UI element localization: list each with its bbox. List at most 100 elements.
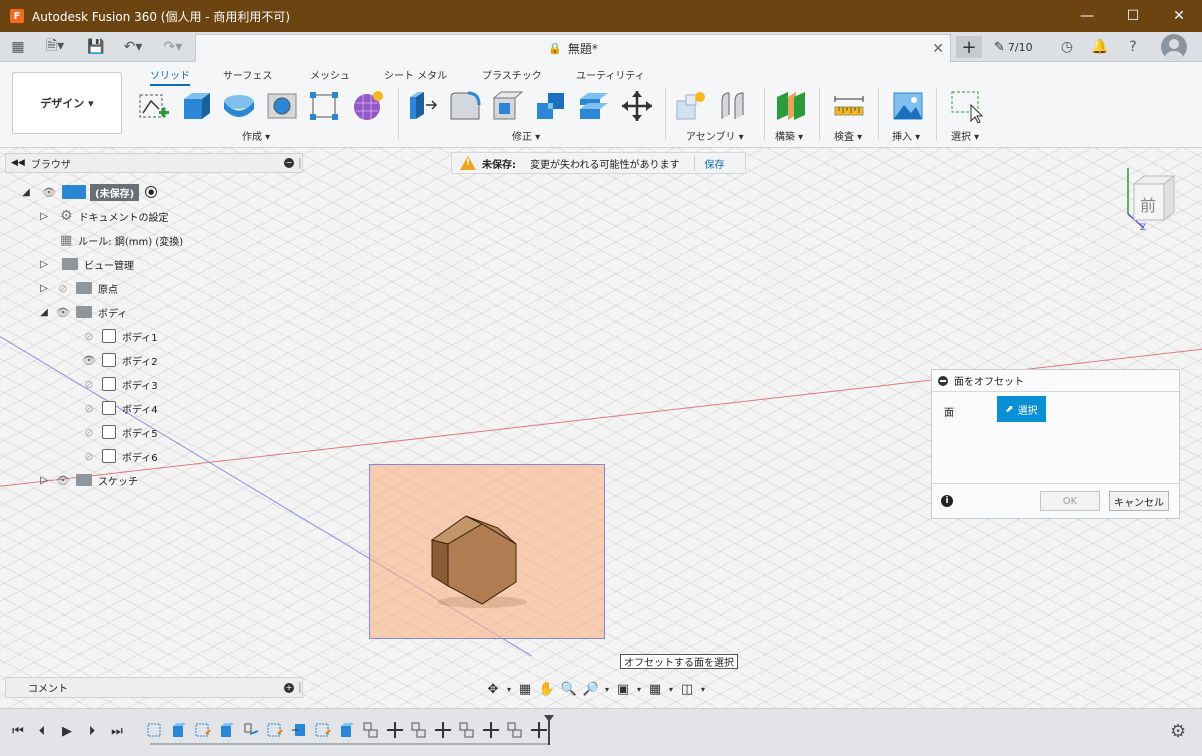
timeline-extrude-icon[interactable] (218, 721, 236, 739)
insert-image-icon[interactable] (891, 89, 925, 123)
tree-item-bodies[interactable]: ◢ 👁 ボディ (38, 301, 127, 323)
create-form-icon[interactable] (350, 89, 384, 123)
fit-icon[interactable]: 🔎 (580, 680, 602, 698)
timeline-component-icon[interactable] (506, 721, 524, 739)
grid-settings-icon[interactable]: ▦ (644, 680, 666, 698)
plus-icon[interactable]: + (956, 36, 982, 58)
display-settings-icon[interactable]: ▣ (612, 680, 634, 698)
timeline-track[interactable] (150, 743, 550, 745)
pattern-icon[interactable] (307, 89, 341, 123)
tab-mesh[interactable]: メッシュ (310, 67, 350, 82)
timeline-sketch-icon[interactable] (146, 721, 164, 739)
timeline-marker[interactable] (544, 715, 554, 745)
eye-icon[interactable]: 👁 (40, 186, 58, 199)
chevron-down-icon[interactable]: ▾ (634, 680, 644, 698)
timeline-sketch-icon[interactable] (266, 721, 284, 739)
orbit-icon[interactable]: ✥ (482, 680, 504, 698)
step-back-icon[interactable]: ⏴ (33, 722, 51, 740)
undo-icon[interactable]: ↶▾ (118, 37, 148, 57)
timeline-move-icon[interactable] (434, 721, 452, 739)
gear-icon[interactable]: ⚙ (1170, 721, 1186, 742)
info-icon[interactable]: i (941, 495, 953, 507)
collapse-browser-icon[interactable]: ◀◀ (11, 158, 25, 168)
tree-item-origin[interactable]: ▷ ⊘ 原点 (38, 277, 118, 299)
tree-item-body4[interactable]: ⊘ ボディ4 (80, 397, 158, 419)
chevron-down-icon[interactable]: ▾ (504, 680, 514, 698)
comments-panel-header[interactable]: コメント + | (5, 677, 303, 698)
expand-triangle-icon[interactable]: ▷ (38, 283, 50, 294)
timeline-sketch-icon[interactable] (314, 721, 332, 739)
move-icon[interactable] (620, 89, 654, 123)
add-comment-icon[interactable]: + (284, 683, 294, 693)
cancel-button[interactable]: キャンセル (1109, 491, 1169, 511)
tree-item-doc-settings[interactable]: ▷ ⚙ ドキュメントの設定 (38, 205, 168, 227)
create-group-label[interactable]: 作成 ▾ (242, 128, 270, 143)
construct-group-label[interactable]: 構築 ▾ (775, 128, 803, 143)
maximize-icon[interactable]: ☐ (1110, 0, 1156, 32)
timeline-joint-icon[interactable] (242, 721, 260, 739)
browser-resize-handle[interactable]: | (298, 156, 302, 169)
play-icon[interactable]: ▶ (58, 722, 76, 740)
timeline-component-icon[interactable] (458, 721, 476, 739)
redo-icon[interactable]: ↷▾ (158, 37, 188, 57)
look-at-icon[interactable]: ▦ (514, 680, 536, 698)
split-body-icon[interactable] (577, 89, 611, 123)
eye-hidden-icon[interactable]: ⊘ (80, 402, 98, 415)
jobs-status[interactable]: ✎ 7/10 (994, 40, 1033, 55)
tree-item-body5[interactable]: ⊘ ボディ5 (80, 421, 158, 443)
save-icon[interactable]: 💾 (86, 37, 106, 57)
tab-utility[interactable]: ユーティリティ (576, 67, 645, 82)
ok-button[interactable]: OK (1040, 491, 1100, 511)
eye-icon[interactable]: 👁 (80, 354, 98, 367)
view-cube[interactable]: 前 Z (1120, 162, 1180, 234)
timeline-move-icon[interactable] (386, 721, 404, 739)
eye-hidden-icon[interactable]: ⊘ (80, 450, 98, 463)
browser-minimize-icon[interactable]: − (284, 158, 294, 168)
chevron-down-icon[interactable]: ▾ (666, 680, 676, 698)
viewports-icon[interactable]: ◫ (676, 680, 698, 698)
tree-item-body3[interactable]: ⊘ ボディ3 (80, 373, 158, 395)
face-select-button[interactable]: ⬈ 選択 (997, 396, 1046, 422)
timeline-component-icon[interactable] (410, 721, 428, 739)
chevron-down-icon[interactable]: ▾ (602, 680, 612, 698)
expand-triangle-icon[interactable]: ▷ (38, 475, 50, 486)
timeline-sketch-icon[interactable] (194, 721, 212, 739)
file-icon[interactable]: 🗎▾ (40, 37, 70, 57)
help-icon[interactable]: ? (1122, 37, 1144, 57)
tree-item-rule[interactable]: ▦ ルール: 鋼(mm) (変換) (38, 229, 183, 251)
grid-icon[interactable]: ▦ (8, 37, 28, 57)
eye-hidden-icon[interactable]: ⊘ (80, 378, 98, 391)
go-to-start-icon[interactable]: ⏮ (9, 722, 27, 740)
minimize-icon[interactable]: — (1064, 0, 1110, 32)
save-link[interactable]: 保存 (693, 155, 725, 171)
inspect-group-label[interactable]: 検査 ▾ (834, 128, 862, 143)
hole-icon[interactable] (265, 89, 299, 123)
dialog-header[interactable]: 面をオフセット (932, 370, 1179, 392)
activate-radio-icon[interactable]: ● (145, 186, 158, 198)
document-tab[interactable]: 🔒 無題* ✕ (195, 34, 951, 62)
comments-resize-handle[interactable]: | (298, 680, 302, 693)
assemble-group-label[interactable]: アセンブリ ▾ (686, 128, 744, 143)
timeline-component-icon[interactable] (362, 721, 380, 739)
avatar[interactable] (1161, 34, 1187, 60)
eye-hidden-icon[interactable]: ⊘ (54, 282, 72, 295)
expand-triangle-icon[interactable]: ▷ (38, 211, 50, 222)
tab-surface[interactable]: サーフェス (223, 67, 272, 82)
timeline-plane-icon[interactable] (290, 721, 308, 739)
hexagonal-body[interactable] (420, 506, 530, 616)
extrude-icon[interactable] (180, 89, 214, 123)
expand-triangle-icon[interactable]: ◢ (20, 187, 32, 198)
fillet-icon[interactable] (448, 89, 482, 123)
go-to-end-icon[interactable]: ⏭ (108, 722, 126, 740)
tree-item-root[interactable]: ◢ 👁 (未保存) ● (20, 181, 158, 203)
tree-item-views[interactable]: ▷ ビュー管理 (38, 253, 134, 275)
eye-icon[interactable]: 👁 (54, 474, 72, 487)
eye-hidden-icon[interactable]: ⊘ (80, 426, 98, 439)
pan-hand-icon[interactable]: ✋ (536, 680, 558, 698)
workspace-switcher[interactable]: デザイン ▾ (12, 72, 122, 134)
timeline-move-icon[interactable] (530, 721, 548, 739)
tree-item-sketches[interactable]: ▷ 👁 スケッチ (38, 469, 138, 491)
clock-icon[interactable]: ◷ (1056, 37, 1078, 57)
select-group-label[interactable]: 選択 ▾ (951, 128, 979, 143)
expand-triangle-icon[interactable]: ▷ (38, 259, 50, 270)
